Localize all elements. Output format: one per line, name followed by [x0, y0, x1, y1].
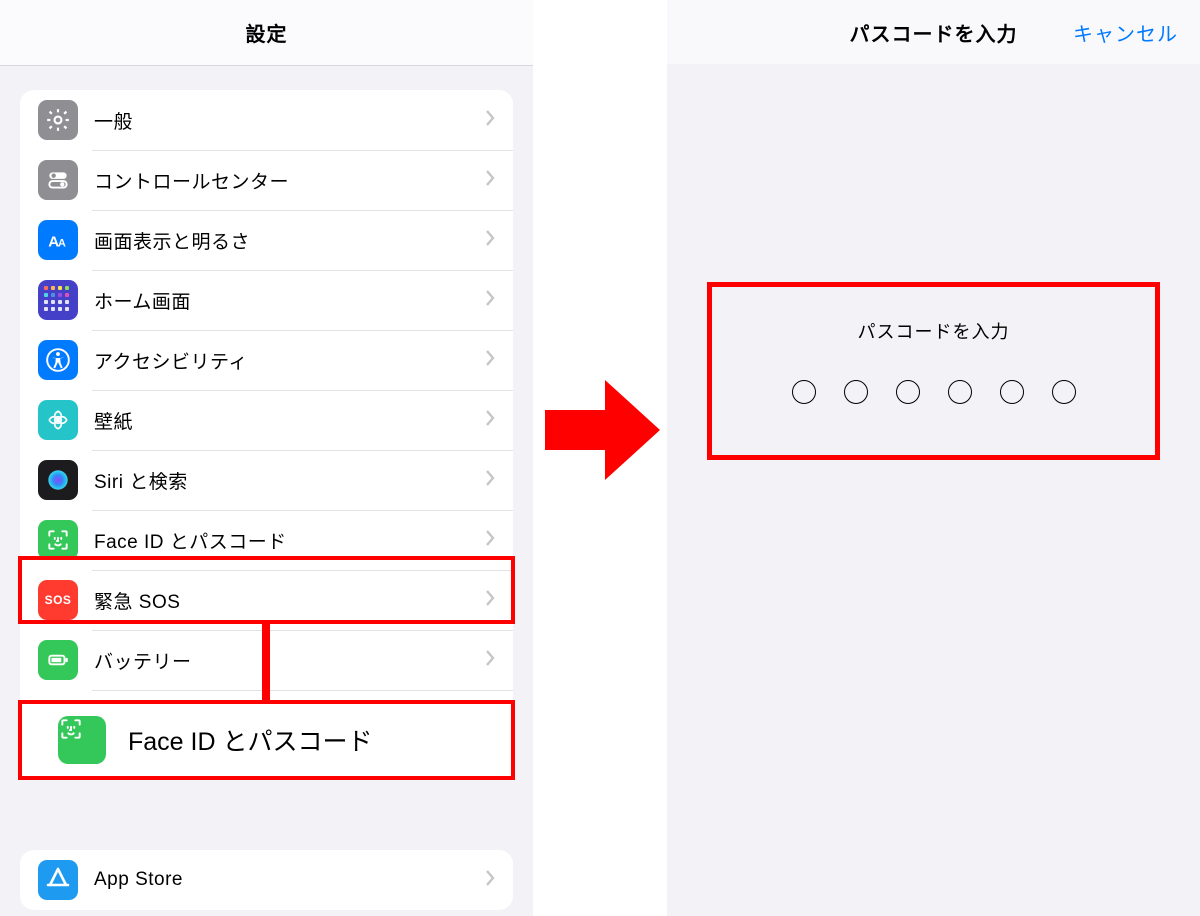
face-id-icon	[38, 520, 78, 560]
passcode-dots[interactable]	[717, 380, 1150, 404]
settings-row-general[interactable]: 一般	[20, 90, 513, 150]
row-label: 緊急 SOS	[94, 587, 180, 614]
app-grid-icon	[38, 280, 78, 320]
chevron-right-icon	[485, 349, 495, 372]
chevron-right-icon	[485, 109, 495, 132]
row-label: ホーム画面	[94, 287, 191, 314]
row-label: App Store	[94, 869, 183, 891]
chevron-right-icon	[485, 529, 495, 552]
callout-label: Face ID とパスコード	[128, 722, 372, 758]
face-id-icon	[58, 716, 106, 764]
chevron-right-icon	[485, 229, 495, 252]
passcode-dot	[792, 380, 816, 404]
settings-list-2: App Store	[20, 850, 513, 910]
passcode-dot	[844, 380, 868, 404]
settings-row-accessibility[interactable]: アクセシビリティ	[20, 330, 513, 390]
settings-row-wallpaper[interactable]: 壁紙	[20, 390, 513, 450]
row-label: バッテリー	[94, 647, 192, 674]
row-label: 壁紙	[94, 407, 133, 434]
highlight-callout: Face ID とパスコード	[18, 700, 515, 780]
accessibility-icon	[38, 340, 78, 380]
app-store-icon	[38, 860, 78, 900]
settings-row-siri[interactable]: Siri と検索	[20, 450, 513, 510]
row-label: アクセシビリティ	[94, 347, 248, 374]
passcode-dot	[896, 380, 920, 404]
passcode-dot	[948, 380, 972, 404]
settings-row-home-screen[interactable]: ホーム画面	[20, 270, 513, 330]
settings-row-face-id[interactable]: Face ID とパスコード	[20, 510, 513, 570]
passcode-prompt: パスコードを入力	[717, 318, 1150, 344]
row-label: Face ID とパスコード	[94, 527, 287, 554]
passcode-dot	[1052, 380, 1076, 404]
passcode-header: パスコードを入力 キャンセル	[667, 0, 1200, 64]
wallpaper-icon	[38, 400, 78, 440]
passcode-panel: パスコードを入力 キャンセル パスコードを入力	[667, 0, 1200, 916]
row-label: Siri と検索	[94, 467, 188, 494]
passcode-title: パスコードを入力	[850, 18, 1018, 47]
settings-title: 設定	[246, 18, 288, 47]
row-label: コントロールセンター	[94, 167, 289, 194]
passcode-dot	[1000, 380, 1024, 404]
gear-icon	[38, 100, 78, 140]
toggles-icon	[38, 160, 78, 200]
svg-text:A: A	[58, 238, 66, 250]
sos-icon: SOS	[38, 580, 78, 620]
settings-panel: 設定 一般 コントロールセンター AA 画面表	[0, 0, 533, 916]
chevron-right-icon	[485, 469, 495, 492]
chevron-right-icon	[485, 409, 495, 432]
highlight-connector	[262, 620, 270, 704]
chevron-right-icon	[485, 869, 495, 892]
sos-text: SOS	[45, 593, 72, 607]
step-arrow-icon	[545, 380, 665, 480]
cancel-button[interactable]: キャンセル	[1073, 18, 1178, 47]
siri-icon	[38, 460, 78, 500]
settings-row-display[interactable]: AA 画面表示と明るさ	[20, 210, 513, 270]
passcode-entry-area: パスコードを入力	[717, 290, 1150, 460]
settings-row-app-store[interactable]: App Store	[20, 850, 513, 910]
row-label: 一般	[94, 107, 133, 134]
chevron-right-icon	[485, 589, 495, 612]
chevron-right-icon	[485, 169, 495, 192]
chevron-right-icon	[485, 289, 495, 312]
settings-row-control-center[interactable]: コントロールセンター	[20, 150, 513, 210]
text-size-icon: AA	[38, 220, 78, 260]
battery-icon	[38, 640, 78, 680]
settings-header: 設定	[0, 0, 533, 66]
row-label: 画面表示と明るさ	[94, 227, 250, 254]
chevron-right-icon	[485, 649, 495, 672]
